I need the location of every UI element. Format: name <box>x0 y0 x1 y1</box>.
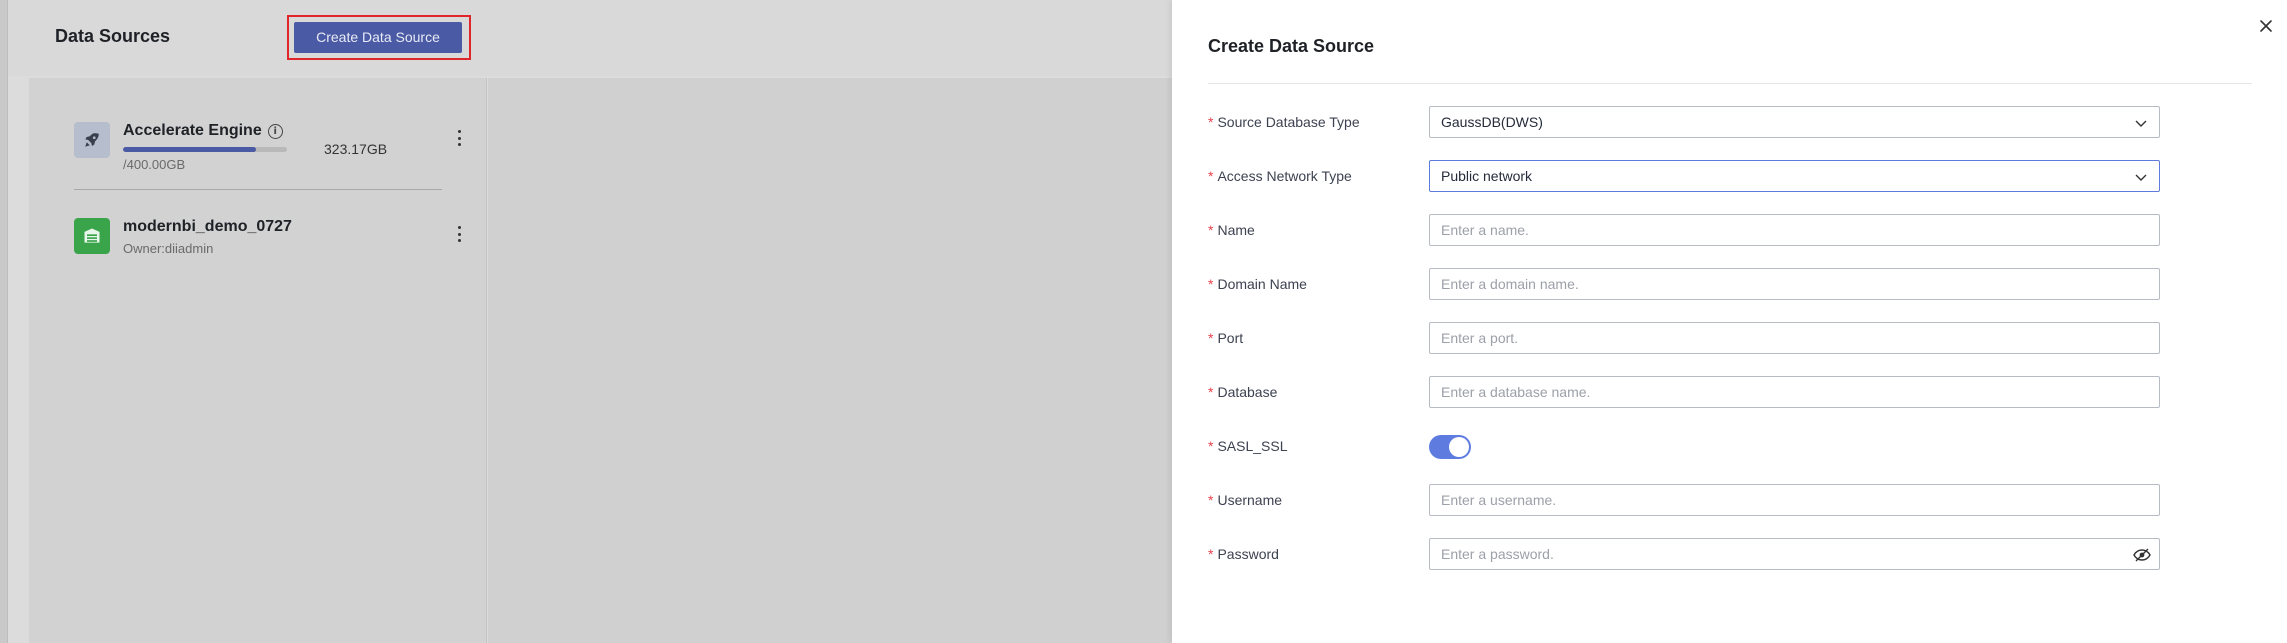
data-source-list: Accelerate Engine i 323.17GB /400.00GB m… <box>29 78 487 643</box>
source-db-type-value: GaussDB(DWS) <box>1441 114 1543 130</box>
port-label: Port <box>1217 330 1244 346</box>
required-mark: * <box>1208 330 1214 346</box>
form-row-password: * Password <box>1208 538 2208 570</box>
username-input[interactable] <box>1441 485 2148 515</box>
database-input[interactable] <box>1441 377 2148 407</box>
sasl-ssl-label: SASL_SSL <box>1217 438 1288 454</box>
required-mark: * <box>1208 492 1214 508</box>
drawer-title: Create Data Source <box>1208 36 1375 56</box>
content-area <box>488 78 1172 643</box>
storage-total: /400.00GB <box>123 157 186 172</box>
password-label: Password <box>1217 546 1279 562</box>
required-mark: * <box>1208 222 1214 238</box>
chevron-down-icon <box>2135 174 2147 181</box>
create-data-source-button[interactable]: Create Data Source <box>294 22 462 53</box>
required-mark: * <box>1208 546 1214 562</box>
form-row-username: * Username <box>1208 484 2208 516</box>
form-row-source-db-type: * Source Database Type GaussDB(DWS) <box>1208 106 2208 138</box>
data-source-name: modernbi_demo_0727 <box>123 218 292 235</box>
storage-used: 323.17GB <box>324 141 388 157</box>
data-source-owner: Owner:diiadmin <box>123 241 214 256</box>
form-row-network-type: * Access Network Type Public network <box>1208 160 2208 192</box>
password-input[interactable] <box>1441 539 2148 569</box>
form-row-sasl-ssl: * SASL_SSL <box>1208 430 2208 462</box>
required-mark: * <box>1208 114 1214 130</box>
more-options-icon[interactable] <box>456 130 462 146</box>
database-icon <box>74 218 110 254</box>
page-title: Data Sources <box>55 26 171 46</box>
form-row-domain: * Domain Name <box>1208 268 2208 300</box>
database-label: Database <box>1217 384 1278 400</box>
left-nav-strip <box>0 0 8 643</box>
info-icon[interactable]: i <box>267 123 283 139</box>
name-input[interactable] <box>1441 215 2148 245</box>
eye-hidden-icon[interactable] <box>2133 547 2151 563</box>
port-input[interactable] <box>1441 323 2148 353</box>
list-divider <box>74 189 442 190</box>
required-mark: * <box>1208 384 1214 400</box>
more-options-icon[interactable] <box>456 226 462 242</box>
form-row-port: * Port <box>1208 322 2208 354</box>
list-item-modernbi-demo[interactable]: modernbi_demo_0727 Owner:diiadmin <box>74 218 464 256</box>
toggle-knob <box>1449 437 1469 457</box>
required-mark: * <box>1208 168 1214 184</box>
drawer-divider <box>1208 83 2252 84</box>
data-source-name: Accelerate Engine <box>123 122 262 139</box>
form-row-database: * Database <box>1208 376 2208 408</box>
source-db-type-label: Source Database Type <box>1217 114 1360 130</box>
storage-progress-fill <box>123 147 256 152</box>
network-type-select[interactable]: Public network <box>1429 160 2160 192</box>
storage-progress-bar <box>123 147 287 152</box>
name-label: Name <box>1217 222 1255 238</box>
domain-input[interactable] <box>1441 269 2148 299</box>
form-row-name: * Name <box>1208 214 2208 246</box>
domain-label: Domain Name <box>1217 276 1307 292</box>
sasl-ssl-toggle[interactable] <box>1429 435 1471 459</box>
chevron-down-icon <box>2135 120 2147 127</box>
source-db-type-select[interactable]: GaussDB(DWS) <box>1429 106 2160 138</box>
close-icon[interactable] <box>2258 18 2274 34</box>
create-data-source-drawer: Create Data Source * Source Database Type… <box>1172 0 2287 643</box>
list-item-accelerate-engine[interactable]: Accelerate Engine i 323.17GB /400.00GB <box>74 122 464 172</box>
network-type-label: Access Network Type <box>1217 168 1352 184</box>
network-type-value: Public network <box>1441 168 1533 184</box>
username-label: Username <box>1217 492 1283 508</box>
rocket-icon <box>74 122 110 158</box>
required-mark: * <box>1208 438 1214 454</box>
required-mark: * <box>1208 276 1214 292</box>
